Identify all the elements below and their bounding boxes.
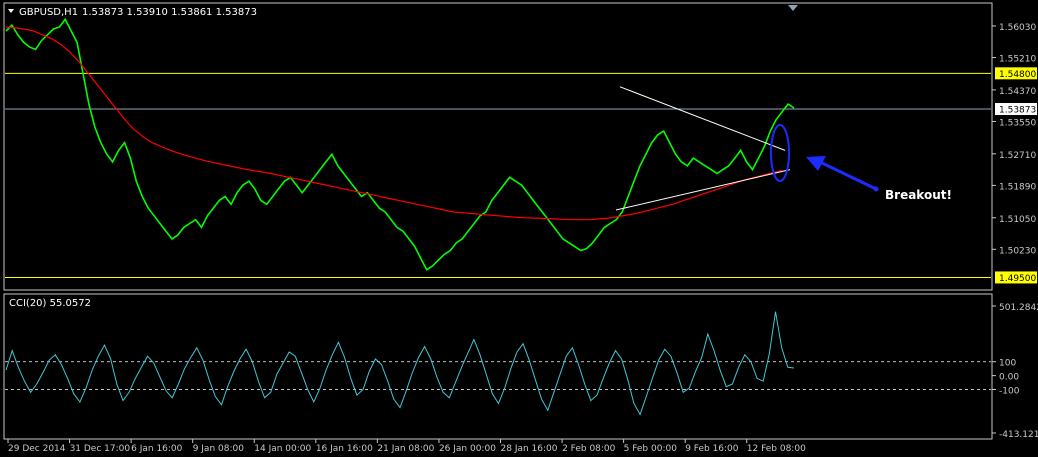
x-tick-label: 14 Jan 00:00 bbox=[254, 444, 311, 454]
price-series-line bbox=[5, 17, 795, 271]
cci-y-tick-label: -100 bbox=[999, 387, 1020, 397]
x-tick-label: 31 Dec 17:00 bbox=[70, 444, 131, 454]
x-tick-label: 12 Feb 08:00 bbox=[747, 444, 806, 454]
x-tick-label: 26 Jan 00:00 bbox=[439, 444, 496, 454]
y-tick-label: 1.53550 bbox=[999, 118, 1036, 128]
main-panel-frame bbox=[3, 2, 993, 291]
x-tick-label: 9 Jan 08:00 bbox=[193, 444, 245, 454]
breakout-arrow-shaft bbox=[819, 160, 877, 191]
cci-title: CCI(20) 55.0572 bbox=[9, 298, 91, 309]
x-tick-label: 29 Dec 2014 bbox=[8, 444, 66, 454]
x-tick-label: 5 Feb 00:00 bbox=[624, 444, 678, 454]
price-tag-label: 1.53873 bbox=[999, 106, 1036, 116]
x-tick-label: 28 Jan 16:00 bbox=[501, 444, 558, 454]
symbol-label: GBPUSD,H1 bbox=[19, 7, 78, 18]
upper-trendline bbox=[619, 86, 786, 151]
y-tick-label: 1.54370 bbox=[999, 87, 1036, 97]
chart-canvas[interactable]: GBPUSD,H1 1.53873 1.53910 1.53861 1.5387… bbox=[0, 0, 1038, 457]
lower-trendline bbox=[615, 169, 791, 211]
cci-panel-frame bbox=[3, 293, 993, 440]
y-tick-label: 1.52710 bbox=[999, 151, 1036, 161]
chart-window: GBPUSD,H1 1.53873 1.53910 1.53861 1.5387… bbox=[0, 0, 1038, 457]
moving-average-line bbox=[5, 26, 783, 221]
x-tick-label: 9 Feb 16:00 bbox=[685, 444, 739, 454]
shift-marker-icon[interactable] bbox=[788, 5, 798, 11]
price-tag-label: 1.49500 bbox=[999, 274, 1036, 284]
x-tick-label: 2 Feb 08:00 bbox=[562, 444, 616, 454]
cci-y-tick-label: 501.2842 bbox=[999, 303, 1038, 313]
y-tick-label: 1.55210 bbox=[999, 55, 1036, 65]
x-tick-label: 21 Jan 08:00 bbox=[377, 444, 434, 454]
breakout-label: Breakout! bbox=[885, 188, 952, 202]
breakout-ellipse bbox=[770, 124, 790, 182]
y-tick-label: 1.56030 bbox=[999, 23, 1036, 33]
cci-series-line bbox=[5, 311, 795, 416]
price-tag-label: 1.54800 bbox=[999, 70, 1036, 80]
x-tick-label: 6 Jan 16:00 bbox=[131, 444, 183, 454]
y-tick-label: 1.51890 bbox=[999, 182, 1036, 192]
cci-y-tick-label: 0.00 bbox=[999, 373, 1019, 383]
cci-plot bbox=[5, 311, 991, 416]
dropdown-arrow-icon[interactable] bbox=[8, 9, 14, 13]
x-tick-label: 16 Jan 16:00 bbox=[316, 444, 373, 454]
cci-y-tick-label: 100 bbox=[999, 359, 1016, 369]
breakout-annotation: Breakout! bbox=[770, 124, 952, 202]
y-tick-label: 1.50230 bbox=[999, 246, 1036, 256]
y-tick-label: 1.51050 bbox=[999, 215, 1036, 225]
cci-y-tick-label: -413.1211 bbox=[999, 430, 1038, 440]
breakout-arrow-tail-icon bbox=[873, 186, 879, 192]
ohlc-label: 1.53873 1.53910 1.53861 1.53873 bbox=[82, 7, 257, 18]
main-plot bbox=[5, 17, 991, 278]
